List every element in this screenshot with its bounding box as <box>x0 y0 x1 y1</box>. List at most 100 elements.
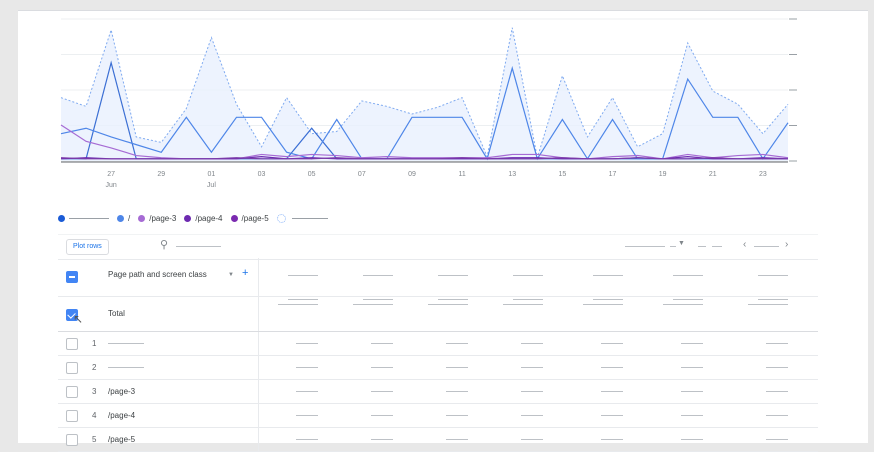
x-tick-label: 11 <box>458 171 465 178</box>
column-divider <box>258 332 259 355</box>
row-index: 5 <box>92 435 97 444</box>
page-range-text-2 <box>712 246 722 247</box>
x-tick-label: 27 <box>107 171 115 178</box>
chart-legend: / /page-3/page-4/page-5 <box>58 211 336 225</box>
row-label[interactable]: /page-3 <box>108 387 135 396</box>
row-value <box>446 343 468 344</box>
row-label[interactable]: /page-5 <box>108 435 135 444</box>
chevron-right-icon[interactable]: › <box>785 239 788 250</box>
legend-dot <box>230 214 238 222</box>
metric-header[interactable] <box>288 275 318 276</box>
rows-per-page-sep <box>670 246 676 247</box>
table-header-row: Page path and screen class ▼ + <box>58 258 818 297</box>
metric-header[interactable] <box>673 275 703 276</box>
report-card: 27 Jun 29 01 Jul 03 05 07 09 11 13 15 17 19 21 23 //pag… <box>18 10 868 452</box>
row-checkbox[interactable] <box>66 362 78 374</box>
total-value-bar <box>428 304 468 305</box>
row-value <box>296 439 318 440</box>
row-label[interactable]: /page-4 <box>108 411 135 420</box>
x-tick-month: Jul <box>207 182 216 189</box>
row-value <box>766 343 788 344</box>
row-value <box>601 343 623 344</box>
row-value <box>681 439 703 440</box>
row-value <box>766 439 788 440</box>
row-value <box>446 367 468 368</box>
total-value-bar <box>748 304 788 305</box>
row-value <box>296 367 318 368</box>
legend-item-loading <box>276 213 328 223</box>
row-checkbox[interactable] <box>66 386 78 398</box>
row-value <box>601 391 623 392</box>
row-value <box>601 415 623 416</box>
row-value <box>681 367 703 368</box>
legend-dot <box>184 214 192 222</box>
table-body: 1 2 3/page-3 4/page-4 5/page-5 <box>58 332 818 452</box>
metric-header[interactable] <box>363 275 393 276</box>
sort-down-icon[interactable]: ▼ <box>228 272 234 278</box>
chevron-left-icon[interactable]: ‹ <box>743 239 746 250</box>
metric-header[interactable] <box>593 275 623 276</box>
loading-spinner-icon <box>276 213 286 223</box>
row-value <box>521 391 543 392</box>
table-toolbar: Plot rows ⚲ ▼ ‹ › <box>58 234 818 260</box>
plot-rows-button[interactable]: Plot rows <box>66 239 109 255</box>
table-row[interactable]: 1 <box>58 332 818 356</box>
search-placeholder[interactable] <box>176 246 221 247</box>
row-index: 1 <box>92 339 97 348</box>
row-checkbox[interactable] <box>66 434 78 446</box>
legend-label-placeholder <box>291 217 328 219</box>
x-tick-month: Jun <box>105 182 116 189</box>
row-value <box>371 439 393 440</box>
row-label-placeholder <box>108 367 144 368</box>
table-row[interactable]: 4/page-4 <box>58 404 818 428</box>
table-row[interactable]: 3/page-3 <box>58 380 818 404</box>
row-value <box>371 343 393 344</box>
row-value <box>766 415 788 416</box>
row-value <box>766 367 788 368</box>
x-tick-label: 03 <box>258 171 266 178</box>
cursor-icon: ↖ <box>73 312 84 326</box>
row-value <box>446 415 468 416</box>
add-dimension-button[interactable]: + <box>242 267 248 279</box>
chevron-down-icon[interactable]: ▼ <box>678 240 685 247</box>
column-divider <box>258 258 259 296</box>
legend-dot <box>58 214 65 222</box>
x-tick-label: 15 <box>558 171 566 178</box>
legend-item[interactable] <box>58 214 109 222</box>
row-value <box>446 439 468 440</box>
legend-dot <box>138 214 146 222</box>
page-range-text <box>698 246 706 247</box>
table-row[interactable]: 5/page-5 <box>58 428 818 452</box>
legend-item[interactable]: /page-3 <box>138 214 176 223</box>
row-value <box>296 415 318 416</box>
total-value <box>593 299 623 300</box>
select-all-checkbox[interactable] <box>66 271 78 283</box>
data-table: Page path and screen class ▼ + ↖ Total 1… <box>58 258 818 452</box>
total-value-bar <box>503 304 543 305</box>
legend-dot <box>117 214 124 222</box>
legend-item[interactable]: / <box>117 214 130 223</box>
legend-item[interactable]: /page-5 <box>230 214 269 223</box>
legend-label: / <box>128 213 131 223</box>
row-value <box>601 367 623 368</box>
x-tick-label: 17 <box>609 171 617 178</box>
metric-header[interactable] <box>513 275 543 276</box>
row-checkbox[interactable] <box>66 338 78 350</box>
row-value <box>521 367 543 368</box>
row-checkbox[interactable] <box>66 410 78 422</box>
row-index: 2 <box>92 363 97 372</box>
x-tick-label: 19 <box>659 171 667 178</box>
x-tick-label: 13 <box>508 171 516 178</box>
rows-per-page-select[interactable] <box>625 246 665 247</box>
table-row[interactable]: 2 <box>58 356 818 380</box>
x-tick-label: 01 <box>208 171 216 178</box>
total-value-bar <box>663 304 703 305</box>
dimension-header[interactable]: Page path and screen class <box>108 270 207 279</box>
legend-item[interactable]: /page-4 <box>184 214 223 223</box>
x-tick-label: 09 <box>408 171 416 178</box>
page-number <box>754 246 779 247</box>
column-divider <box>258 428 259 451</box>
search-icon[interactable]: ⚲ <box>160 238 168 251</box>
metric-header[interactable] <box>758 275 788 276</box>
metric-header[interactable] <box>438 275 468 276</box>
